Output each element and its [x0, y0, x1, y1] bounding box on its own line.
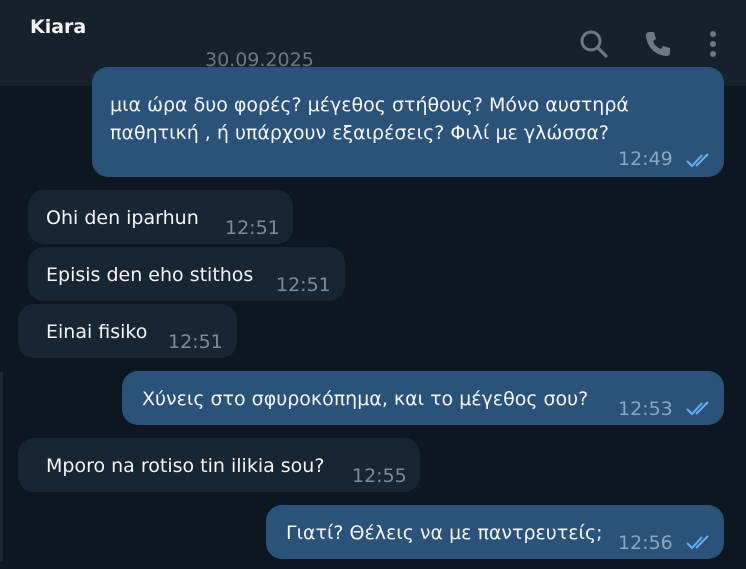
read-ticks-icon [686, 151, 716, 169]
message-time: 12:51 [168, 331, 223, 353]
phone-icon[interactable] [642, 28, 674, 60]
message-text: Γιατί? Θέλεις να με παντρευτείς; [286, 522, 603, 544]
message-text: Ohi den iparhun [46, 207, 199, 229]
message-time: 12:56 [618, 532, 673, 554]
message-bubble-outgoing[interactable]: Χύνεις στο σφυροκόπημα, και το μέγεθος σ… [122, 371, 724, 425]
message-time: 12:55 [352, 465, 407, 487]
message-time: 12:49 [618, 148, 673, 170]
chat-title[interactable]: Kiara [30, 16, 86, 38]
message-time: 12:51 [225, 217, 280, 239]
message-time: 12:53 [618, 398, 673, 420]
message-bubble-incoming[interactable]: Einai fisiko 12:51 [18, 304, 237, 358]
message-text: Mporo na rotiso tin ilikia sou? [46, 455, 325, 477]
message-list[interactable]: μια ώρα δυο φορές? μέγεθος στήθους? Μόνο… [0, 67, 746, 569]
message-bubble-incoming[interactable]: Episis den eho stithos 12:51 [28, 247, 345, 301]
message-bubble-incoming[interactable]: Ohi den iparhun 12:51 [28, 190, 293, 244]
message-bubble-incoming[interactable]: Mporo na rotiso tin ilikia sou? 12:55 [18, 438, 420, 492]
message-text: Einai fisiko [46, 321, 148, 343]
message-bubble-outgoing[interactable]: μια ώρα δυο φορές? μέγεθος στήθους? Μόνο… [92, 67, 724, 177]
message-bubble-outgoing[interactable]: Γιατί? Θέλεις να με παντρευτείς; 12:56 [266, 505, 724, 559]
message-text: Χύνεις στο σφυροκόπημα, και το μέγεθος σ… [142, 388, 589, 410]
scroll-edge [0, 372, 3, 562]
message-time: 12:51 [276, 274, 331, 296]
read-ticks-icon [686, 533, 716, 551]
message-text: Episis den eho stithos [46, 264, 254, 286]
read-ticks-icon [686, 399, 716, 417]
message-text: παθητική , ή υπάρχουν εξαιρέσεις? Φιλί μ… [110, 122, 609, 144]
search-icon[interactable] [578, 28, 610, 60]
more-vertical-icon[interactable] [697, 28, 729, 60]
